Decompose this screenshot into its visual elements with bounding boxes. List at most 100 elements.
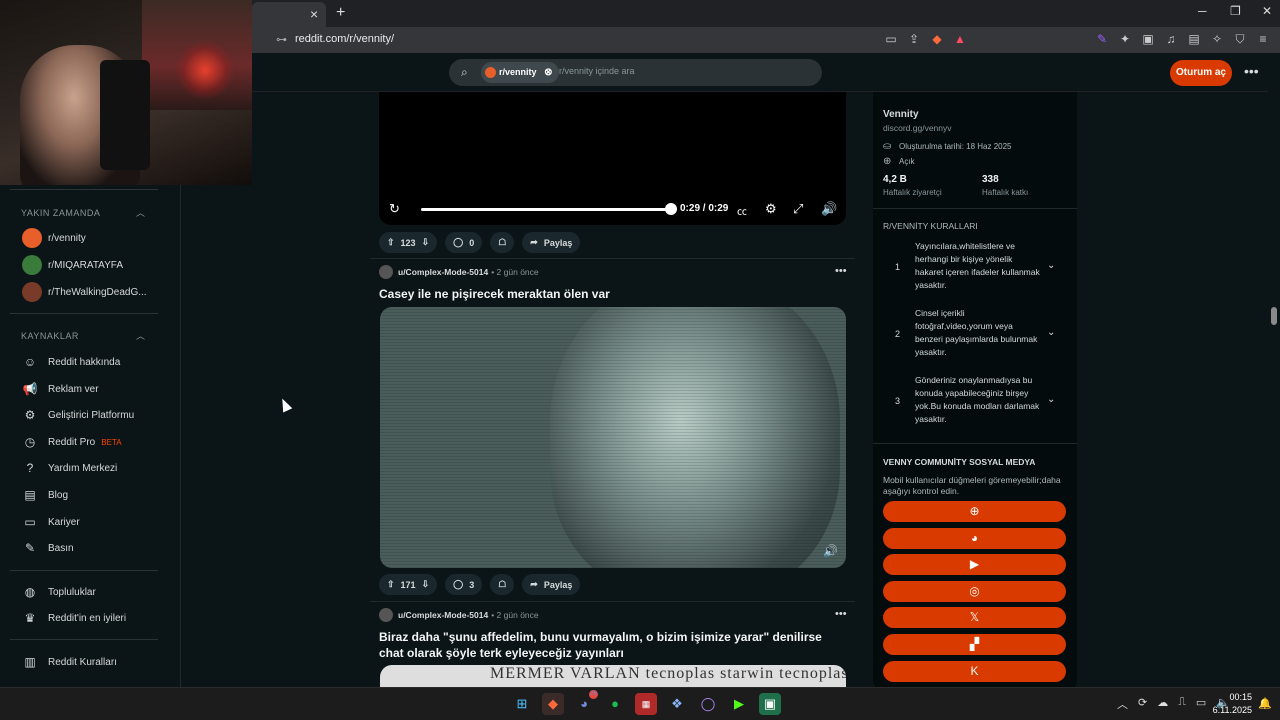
instagram-button[interactable]: ◎ (883, 581, 1066, 602)
new-tab-button[interactable]: + (336, 4, 345, 22)
upvote-icon[interactable]: ⇧ (387, 237, 395, 248)
sidebar-item-developer[interactable]: ⚙ Geliştirici Platformu (22, 405, 135, 425)
x-button[interactable]: 𝕏 (883, 607, 1066, 628)
post-title[interactable]: Casey ile ne pişirecek meraktan ölen var (379, 286, 839, 302)
discord-icon[interactable]: ◕ 26 (573, 690, 598, 715)
post-video[interactable]: 🔊 (380, 307, 846, 568)
share-button[interactable]: ➦ Paylaş (522, 232, 581, 253)
volume-icon[interactable]: 🔊 (823, 544, 838, 558)
downvote-icon[interactable]: ⇩ (422, 237, 430, 248)
page-scrollbar[interactable] (1268, 53, 1280, 687)
search-bar[interactable]: ⌕ r/vennity ⊗ r/vennity içinde ara (449, 59, 822, 86)
clock[interactable]: 00:15 6.11.2025 (1213, 691, 1252, 717)
wallet-icon[interactable]: ▤ (1187, 32, 1201, 47)
site-info-icon[interactable]: ⊶ (276, 33, 287, 46)
award-button[interactable]: ☖ (490, 232, 515, 253)
usb-icon[interactable]: ⎍ (1178, 696, 1186, 712)
media-icon[interactable]: ♫ (1164, 32, 1178, 47)
more-options-icon[interactable]: ••• (1244, 63, 1259, 79)
sidebar-item-careers[interactable]: ▭ Kariyer (22, 512, 79, 532)
post-author[interactable]: u/Complex-Mode-5014 (398, 610, 488, 620)
community-link[interactable]: discord.gg/vennyv (883, 123, 952, 133)
url-field[interactable]: reddit.com/r/vennity/ (295, 33, 394, 45)
chevron-down-icon[interactable]: ⌄ (1047, 394, 1055, 405)
leo-icon[interactable]: ✧ (1210, 32, 1224, 47)
subreddit-chip[interactable]: r/vennity ⊗ (481, 62, 559, 83)
fullscreen-icon[interactable]: ⤢ (793, 201, 803, 217)
post-title[interactable]: Biraz daha "şunu affedelim, bunu vurmaya… (379, 629, 849, 661)
volume-icon[interactable]: 🔊 (821, 201, 837, 217)
app-icon-teal[interactable]: ▣ (759, 693, 781, 715)
sidebar-item-about[interactable]: ☺ Reddit hakkında (22, 352, 120, 372)
sidebar-item-rules[interactable]: ▥ Reddit Kuralları (22, 652, 117, 672)
network-icon[interactable]: ▭ (1196, 696, 1206, 712)
spotify-icon[interactable]: ● (604, 693, 626, 715)
sidebar-item-miqaratayfa[interactable]: r/MIQARATAYFA (22, 255, 123, 275)
post-author[interactable]: u/Complex-Mode-5014 (398, 267, 488, 277)
tab-close-icon[interactable]: × (310, 6, 318, 22)
brave-browser-icon[interactable]: ◆ (542, 693, 564, 715)
twitch-button[interactable]: ▞ (883, 634, 1066, 655)
scroll-thumb[interactable] (1271, 307, 1277, 325)
notification-icon[interactable]: 🔔 (1258, 697, 1272, 710)
video-scrubber[interactable] (665, 203, 677, 215)
upvote-icon[interactable]: ⇧ (387, 579, 395, 590)
sidebar-item-help[interactable]: ? Yardım Merkezi (22, 458, 118, 478)
brave-shield-icon[interactable]: ◆ (930, 32, 944, 47)
user-avatar[interactable] (379, 608, 393, 622)
youtube-button[interactable]: ▶ (883, 554, 1066, 575)
sidebar-item-vennity[interactable]: r/vennity (22, 228, 86, 248)
sync-icon[interactable]: ⟳ (1138, 696, 1147, 712)
award-button[interactable]: ☖ (490, 574, 515, 595)
cloud-icon[interactable]: ☁ (1157, 696, 1168, 712)
chevron-up-icon[interactable]: ︿ (1117, 696, 1128, 712)
share-button[interactable]: ➦ Paylaş (522, 574, 581, 595)
extension-purple-icon[interactable]: ✎ (1095, 32, 1109, 47)
user-avatar[interactable] (379, 265, 393, 279)
app-icon-red[interactable]: ▦ (635, 693, 657, 715)
chevron-down-icon[interactable]: ⌄ (1047, 260, 1055, 271)
comments-button[interactable]: ◯ 0 (445, 232, 483, 253)
rule-item[interactable]: 3 Gönderiniz onaylanmadıysa bu konuda ya… (893, 374, 1068, 434)
comments-button[interactable]: ◯ 3 (445, 574, 483, 595)
app-icon-green[interactable]: ▶ (728, 693, 750, 715)
settings-icon[interactable]: ⚙ (765, 201, 777, 217)
downvote-icon[interactable]: ⇩ (422, 579, 430, 590)
sidebar-item-blog[interactable]: ▤ Blog (22, 485, 68, 505)
sidebar-item-communities[interactable]: ◍ Topluluklar (22, 582, 96, 602)
share-icon[interactable]: ⇪ (907, 32, 921, 47)
replay-icon[interactable]: ↻ (389, 201, 400, 217)
chip-remove-icon[interactable]: ⊗ (544, 62, 552, 83)
chevron-up-icon[interactable]: ︿ (136, 206, 145, 219)
chevron-down-icon[interactable]: ⌄ (1047, 327, 1055, 338)
sidebar-item-reddit-pro[interactable]: ◷ Reddit Pro BETA (22, 432, 122, 452)
chevron-up-icon[interactable]: ︿ (136, 329, 145, 342)
sidebar-item-best[interactable]: ♛ Reddit'in en iyileri (22, 608, 126, 628)
reading-list-icon[interactable]: ▣ (1141, 32, 1155, 47)
close-window-icon[interactable]: ✕ (1262, 4, 1272, 18)
app-icon-purple[interactable]: ◯ (697, 693, 719, 715)
browser-tab[interactable]: × (252, 2, 326, 27)
rule-item[interactable]: 1 Yayıncılara,whitelistlere ve herhangi … (893, 240, 1068, 300)
login-button[interactable]: Oturum aç (1170, 60, 1232, 86)
kick-button[interactable]: K (883, 661, 1066, 682)
sidebar-item-press[interactable]: ✎ Basın (22, 538, 74, 558)
video-progress-bar[interactable] (421, 208, 671, 211)
menu-icon[interactable]: ≡ (1256, 32, 1270, 47)
minimize-icon[interactable]: ─ (1198, 4, 1207, 18)
cast-icon[interactable]: ▭ (884, 32, 898, 47)
post-more-icon[interactable]: ••• (835, 265, 847, 277)
app-icon-blue[interactable]: ❖ (666, 693, 688, 715)
rewards-icon[interactable]: ▲ (953, 32, 967, 47)
post-more-icon[interactable]: ••• (835, 608, 847, 620)
sidebar-item-walkingdead[interactable]: r/TheWalkingDeadG... (22, 282, 147, 302)
restore-icon[interactable]: ❐ (1230, 4, 1241, 18)
rule-item[interactable]: 2 Cinsel içerikli fotoğraf,video,yorum v… (893, 307, 1068, 367)
video-player[interactable]: ↻ 0:29 / 0:29 ㏄ ⚙ ⤢ 🔊 (379, 92, 846, 225)
discord-button[interactable]: ◕ (883, 528, 1066, 549)
captions-icon[interactable]: ㏄ (737, 203, 747, 218)
website-button[interactable]: ⊕ (883, 501, 1066, 522)
extensions-icon[interactable]: ✦ (1118, 32, 1132, 47)
vpn-icon[interactable]: ⛉ (1233, 32, 1247, 47)
start-icon[interactable]: ⊞ (511, 693, 533, 715)
